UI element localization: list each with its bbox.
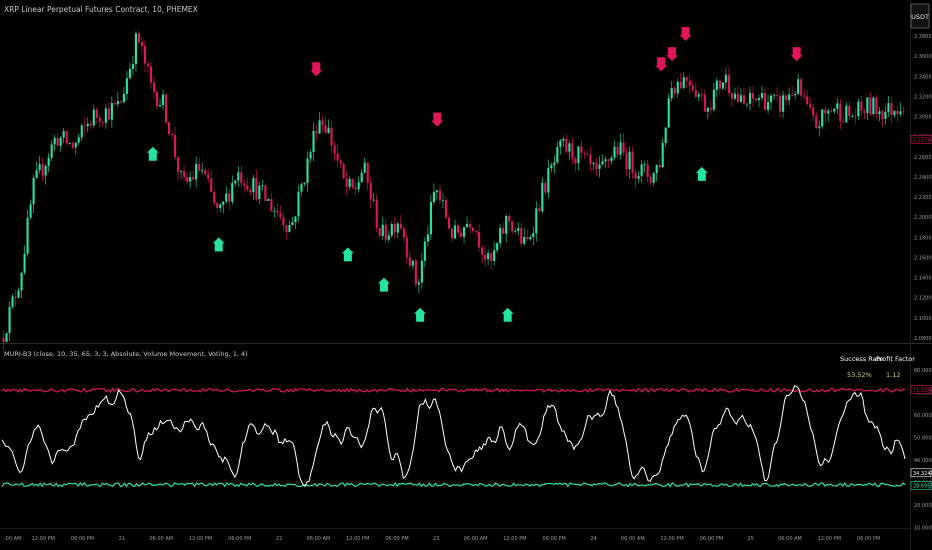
success-rate-value: 53.52% [847,371,872,379]
candle [342,162,345,180]
price-tick-label: 2.1400 [914,276,932,282]
time-tick-label: 12:00 PM [503,536,526,542]
time-tick-label: 25 [748,536,754,542]
candle [164,93,168,126]
profit-factor-value: 1.12 [886,371,900,379]
time-tick-label: 06:00 AM [149,536,173,542]
osc-tick-label: 60.0000 [914,413,932,419]
time-tick-label: 12:00 PM [660,536,683,542]
price-tick-label: 2.2600 [914,155,932,161]
time-tick-label: 06:00 AM [621,536,645,542]
price-tick-label: 2.1000 [914,316,932,322]
osc-tick-label: 50.0000 [914,436,932,442]
time-tick-label: 06:00 PM [385,536,408,542]
current-price-label: 2.2774 [913,137,931,143]
time-tick-label: 12:00 PM [32,536,55,542]
indicator-title: MURI-B3 (close, 10, 35, 65, 3, 3, Absolu… [4,350,248,358]
lower-band-value-label: 28.6950 [913,483,932,489]
currency-button-label: USDT [911,13,929,21]
osc-tick-label: 80.0000 [914,368,932,374]
time-tick-label: 12:00 PM [818,536,841,542]
time-tick-label: 06:00 AM [464,536,488,542]
time-tick-label: 06:00 PM [700,536,723,542]
symbol-title: XRP Linear Perpetual Futures Contract, 1… [4,5,198,14]
trading-chart[interactable]: XRP Linear Perpetual Futures Contract, 1… [0,0,932,550]
candle [65,130,68,145]
price-tick-label: 2.3000 [914,115,932,121]
time-tick-label: 24 [590,536,596,542]
candle [351,178,354,190]
price-tick-label: 2.2200 [914,195,932,201]
time-tick-label: 22 [276,536,282,542]
price-tick-label: 2.1200 [914,296,932,302]
time-tick-label: 06:00 AM [778,536,802,542]
candle [872,96,875,116]
candle [5,333,8,343]
price-tick-label: 2.3200 [914,94,932,100]
profit-factor-label: Profit Factor [876,355,915,363]
candle [390,221,393,238]
osc-tick-label: 10.0000 [914,526,932,532]
price-tick-label: 2.3400 [914,74,932,80]
osc-tick-label: 40.0000 [914,458,932,464]
upper-band-value-label: 71.3248 [913,388,932,394]
candle [821,109,824,129]
time-tick-label: 06:00 PM [71,536,94,542]
time-tick-label: 12:00 PM [346,536,369,542]
currency-button[interactable]: USDT [910,3,930,29]
time-tick-label: 21 [119,536,125,542]
price-tick-label: 2.2400 [914,175,932,181]
price-tick-label: 2.0800 [914,336,932,342]
oscillator-value-label: 34.3240 [913,471,932,477]
price-tick-label: 2.1800 [914,235,932,241]
candle [667,94,670,128]
time-tick-label: 06:00 PM [228,536,251,542]
price-tick-label: 2.1600 [914,255,932,261]
time-tick-label: 06:00 AM [307,536,331,542]
time-tick-label: 23 [433,536,439,542]
time-tick-label: :00 AM [4,536,21,542]
main-pane-background [0,0,932,550]
candle [444,196,448,220]
price-tick-label: 2.2000 [914,215,932,221]
price-tick-label: 2.3800 [914,34,932,40]
candle [375,193,378,233]
candle [264,183,267,202]
osc-tick-label: 20.0000 [914,503,932,509]
time-tick-label: 12:00 PM [189,536,212,542]
price-tick-label: 2.3600 [914,54,932,60]
time-tick-label: 06:00 PM [543,536,566,542]
time-tick-label: 06:00 PM [857,536,880,542]
candle [414,258,417,287]
